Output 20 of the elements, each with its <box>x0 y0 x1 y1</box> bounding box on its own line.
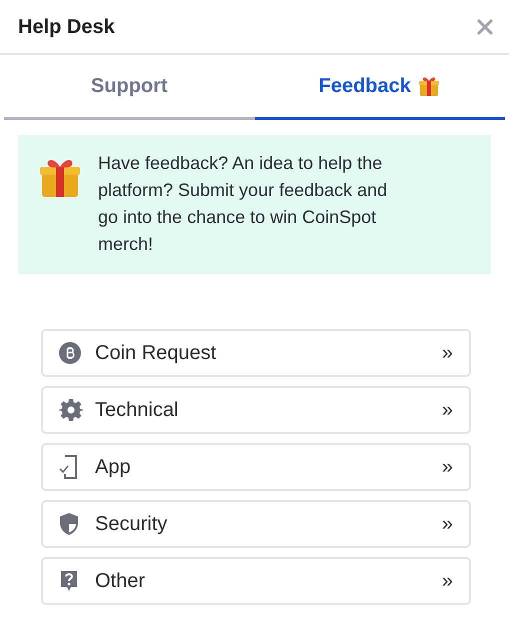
chevron-text: » <box>442 341 453 366</box>
chevron-text: » <box>442 398 453 423</box>
close-icon[interactable] <box>477 18 493 34</box>
tab[interactable]: Support <box>4 55 254 120</box>
chevron-text: » <box>442 569 453 594</box>
chevron-text: » <box>442 512 453 537</box>
phone-check-icon <box>59 455 79 479</box>
category-button[interactable]: App » <box>41 443 471 491</box>
category-button[interactable]: Coin Request » <box>41 329 471 377</box>
banner-text: Have feedback? An idea to help the platform? Submit your feedback and go into the chance to win CoinSpot merch! <box>98 152 388 256</box>
category-button[interactable]: Security » <box>41 500 471 548</box>
gear-icon <box>59 398 83 422</box>
shield-icon <box>59 512 79 536</box>
category-button[interactable]: Other » <box>41 557 471 605</box>
category-button[interactable]: Technical » <box>41 386 471 434</box>
question-icon <box>59 570 79 592</box>
tab[interactable]: Feedback <box>254 55 505 120</box>
window-title: Help Desk <box>18 14 115 40</box>
chevron-text: » <box>442 455 453 480</box>
coin-icon <box>59 342 81 364</box>
